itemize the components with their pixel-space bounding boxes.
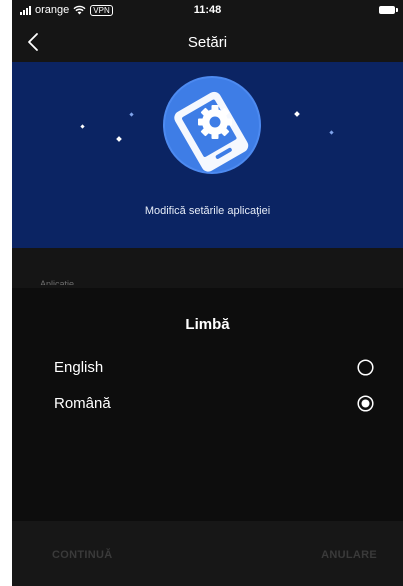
settings-illustration xyxy=(80,76,334,174)
page-title: Setări xyxy=(187,34,228,51)
nav-bar: Setări xyxy=(12,22,403,62)
settings-banner: Modifică setările aplicaţiei xyxy=(12,62,403,248)
language-sheet: Limbă English Română CONTINUĂ ANULARE xyxy=(12,288,403,586)
language-option-romana[interactable]: Română xyxy=(12,389,403,419)
phone-screen: orange VPN 11:48 Setări Modifică setăril… xyxy=(12,0,403,586)
sheet-title: Limbă xyxy=(185,316,230,333)
language-option-english[interactable]: English xyxy=(12,353,403,383)
option-label: English xyxy=(54,359,104,376)
banner-caption: Modifică setările aplicaţiei xyxy=(144,205,271,217)
gear-icon xyxy=(198,105,232,139)
battery-icon xyxy=(379,6,398,14)
sheet-footer: CONTINUĂ ANULARE xyxy=(12,521,403,586)
continue-button[interactable]: CONTINUĂ xyxy=(52,549,112,561)
option-label: Română xyxy=(54,395,111,412)
status-time: 11:48 xyxy=(193,4,222,16)
radio-selected-icon[interactable] xyxy=(357,395,374,412)
section-label: Aplicaţie xyxy=(40,279,75,285)
cancel-button[interactable]: ANULARE xyxy=(321,549,377,561)
radio-unselected-icon[interactable] xyxy=(357,359,374,376)
status-bar: orange VPN 11:48 xyxy=(12,0,403,22)
